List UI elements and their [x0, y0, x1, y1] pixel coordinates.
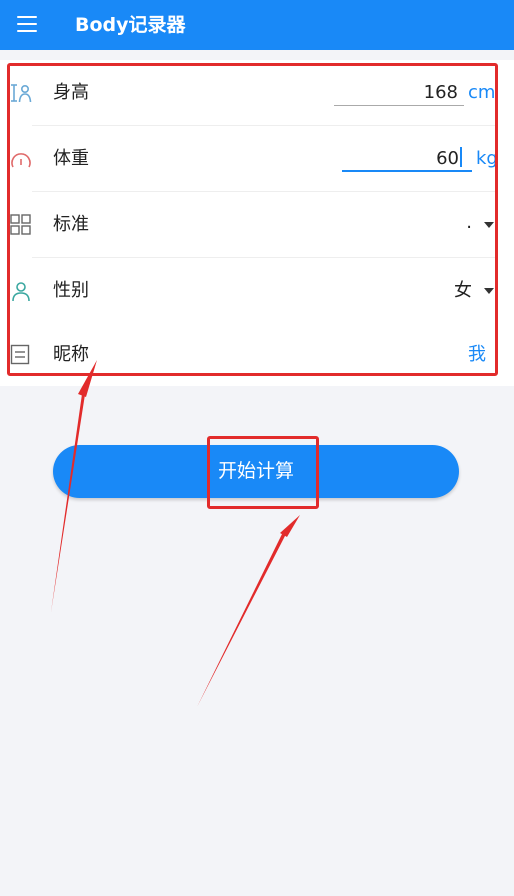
arrow-shaft-1: [51, 387, 86, 612]
app-title: Body记录器: [75, 14, 186, 36]
arrow-head-2: [280, 515, 300, 537]
button-highlight-box: [207, 436, 319, 509]
arrow-shaft-2: [197, 532, 286, 707]
form-highlight-box: [7, 63, 498, 376]
hamburger-menu-icon[interactable]: [17, 16, 37, 32]
app-bar: Body记录器: [0, 0, 514, 50]
